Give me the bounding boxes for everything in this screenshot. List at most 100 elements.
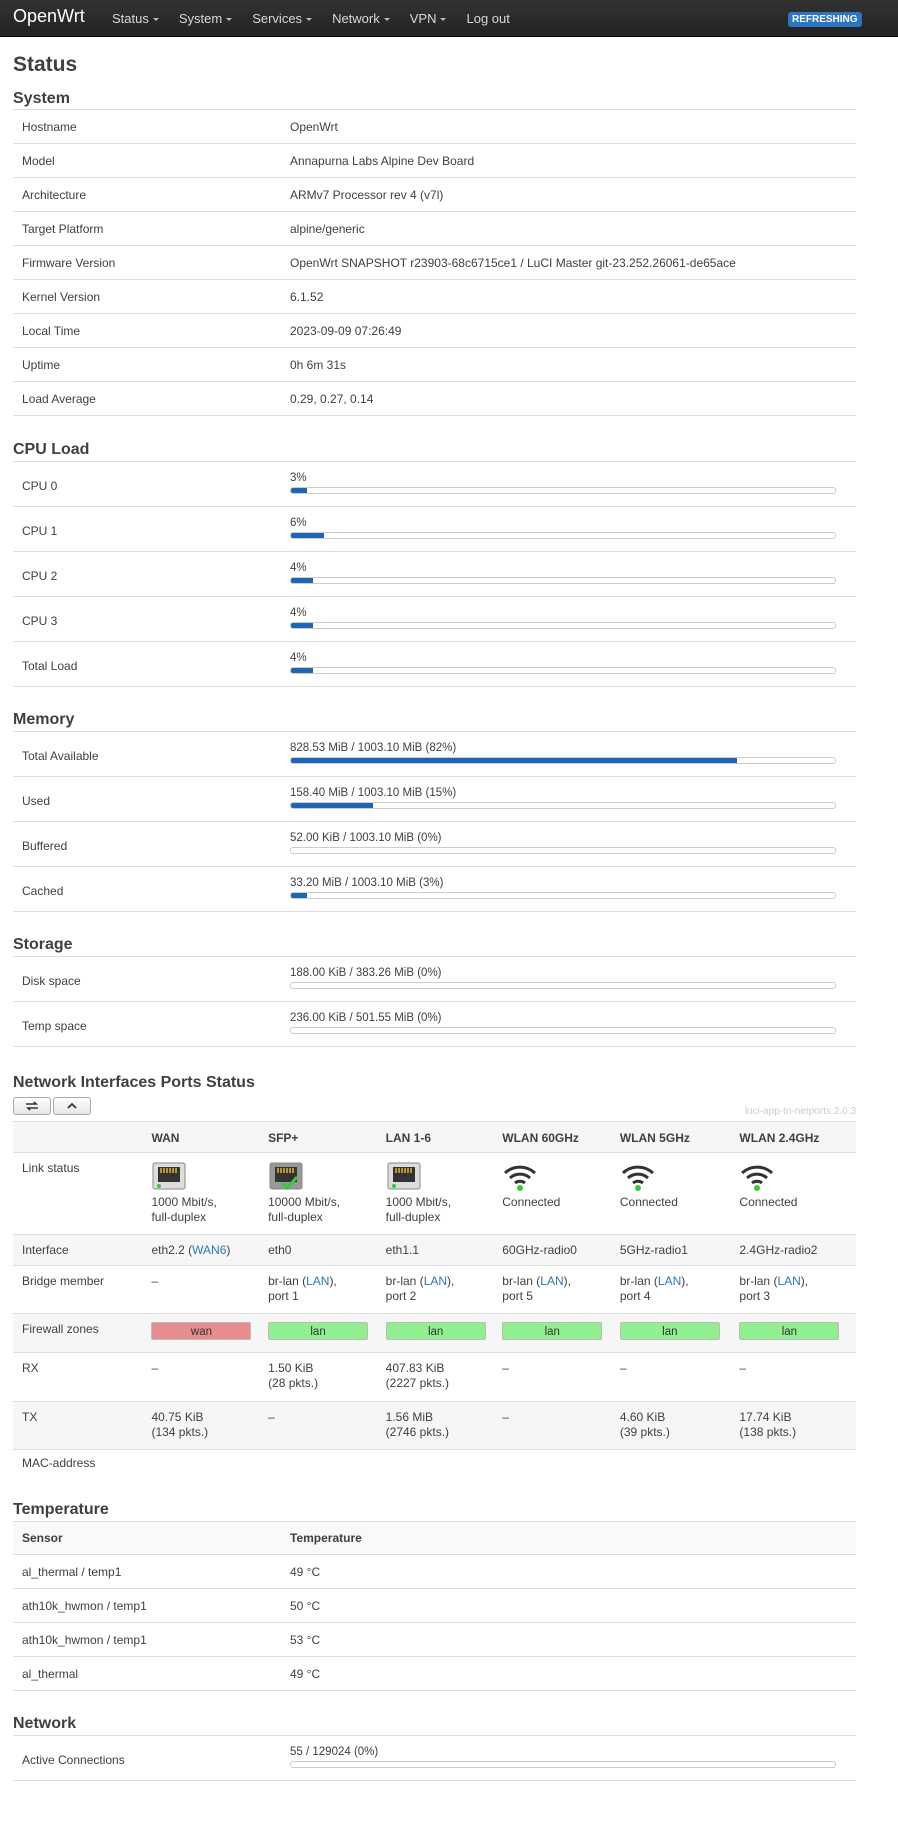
rx-bytes: 407.83 KiB [385, 1361, 445, 1375]
progress-bar [290, 622, 836, 629]
usage-label: CPU 1 [22, 524, 58, 538]
progress-bar [290, 982, 836, 989]
info-row: Local Time 2023-09-09 07:26:49 [13, 314, 856, 348]
sensor-name: ath10k_hwmon / temp1 [22, 1632, 147, 1647]
ethernet-port-icon [152, 1162, 186, 1190]
chevron-down-icon [306, 18, 313, 22]
progress-bar [290, 1027, 836, 1034]
link-status-text: 1000 Mbit/s, full-duplex [151, 1195, 217, 1224]
bridge-link[interactable]: LAN [540, 1274, 563, 1288]
link-status-text: 1000 Mbit/s, full-duplex [385, 1195, 452, 1224]
link-status-text: Connected [739, 1195, 798, 1209]
sfp-port-icon [269, 1162, 303, 1191]
info-row: Model Annapurna Labs Alpine Dev Board [13, 144, 856, 178]
interface-name: eth2.2 [151, 1243, 185, 1257]
menu-vpn[interactable]: VPN [410, 0, 456, 37]
usage-label: CPU 3 [22, 614, 58, 628]
network-table: Active Connections 55 / 129024 (0%) [13, 1736, 856, 1781]
usage-row: CPU 0 3% [13, 462, 856, 507]
menu-system[interactable]: System [179, 0, 241, 37]
tx-packets: (2746 pkts.) [385, 1425, 450, 1439]
rx-packets: (28 pkts.) [268, 1376, 319, 1390]
bridge-port: port 1 [268, 1289, 299, 1303]
wifi-icon [741, 1165, 774, 1191]
usage-label: CPU 0 [22, 479, 58, 493]
info-label: Load Average [22, 391, 96, 406]
info-label: Model [22, 153, 55, 168]
bridge-name: br-lan [619, 1274, 651, 1288]
usage-row: Total Available 828.53 MiB / 1003.10 MiB… [13, 732, 856, 777]
bridge-name: br-lan [385, 1274, 417, 1288]
menu-services[interactable]: Services [252, 0, 321, 37]
interface-name: eth1.1 [385, 1243, 420, 1257]
system-table: Hostname OpenWrt Model Annapurna Labs Alp… [13, 110, 856, 416]
collapse-button[interactable] [53, 1097, 91, 1115]
bridge-link[interactable]: LAN [777, 1274, 800, 1288]
bridge-name: br-lan [739, 1274, 771, 1288]
rx-bytes: – [502, 1361, 509, 1375]
tx-bytes: 4.60 KiB [619, 1410, 666, 1424]
usage-row: Total Load 4% [13, 642, 856, 687]
info-label: Target Platform [22, 221, 104, 236]
sensor-name: al_thermal [22, 1666, 79, 1681]
usage-label: Used [22, 794, 51, 808]
usage-label: Cached [22, 884, 64, 898]
chevron-up-icon [67, 1102, 77, 1109]
progress-fill [291, 893, 308, 898]
row-label [13, 1122, 151, 1152]
mac-row: MAC-address [13, 1450, 856, 1478]
ports-table: WAN SFP+ LAN 1-6 WLAN 60GHz WLAN 5GHz WLAN 2.… [13, 1121, 856, 1478]
info-row: Target Platform alpine/generic [13, 212, 856, 246]
bridge-link[interactable]: LAN [658, 1274, 681, 1288]
link-status-row: Link status 1000 Mbit/s, full-duplex 100… [13, 1153, 856, 1235]
rx-bytes: – [619, 1361, 627, 1375]
info-row: Firmware Version OpenWrt SNAPSHOT r23903… [13, 246, 856, 280]
usage-label: Disk space [22, 974, 81, 988]
progress-bar [290, 802, 836, 809]
info-row: Load Average 0.29, 0.27, 0.14 [13, 382, 856, 416]
menu-logout[interactable]: Log out [466, 0, 518, 37]
usage-label: Total Available [22, 749, 99, 763]
tx-packets: (134 pkts.) [151, 1425, 209, 1439]
progress-fill [291, 623, 313, 628]
info-row: Architecture ARMv7 Processor rev 4 (v7l) [13, 178, 856, 212]
bridge-link[interactable]: LAN [306, 1274, 329, 1288]
bridge-link[interactable]: LAN [424, 1274, 447, 1288]
progress-fill [291, 758, 738, 763]
temperature-row: ath10k_hwmon / temp1 50 °C [13, 1589, 856, 1623]
row-label: TX [22, 1410, 38, 1424]
section-title-cpu: CPU Load [13, 438, 856, 462]
page-title: Status [13, 53, 78, 76]
progress-fill [291, 578, 313, 583]
link-status-text: Connected [619, 1195, 678, 1209]
bridge-member: – [151, 1274, 159, 1288]
usage-row: Active Connections 55 / 129024 (0%) [13, 1736, 856, 1781]
progress-fill [291, 488, 308, 493]
refreshing-badge[interactable]: REFRESHING [788, 12, 862, 27]
progress-bar [290, 1761, 836, 1768]
temperature-row: al_thermal 49 °C [13, 1657, 856, 1691]
usage-label: CPU 2 [22, 569, 58, 583]
menu-network[interactable]: Network [332, 0, 399, 37]
wifi-icon [621, 1165, 654, 1191]
usage-value: 828.53 MiB / 1003.10 MiB (82%) [290, 742, 457, 754]
progress-bar [290, 577, 836, 584]
info-value: 6.1.52 [290, 289, 324, 304]
usage-value: 4% [290, 652, 307, 664]
usage-label: Total Load [22, 659, 78, 673]
rx-bytes: – [739, 1361, 747, 1375]
rx-bytes: – [151, 1361, 159, 1375]
info-label: Hostname [22, 119, 77, 134]
info-value: OpenWrt SNAPSHOT r23903-68c6715ce1 / LuC… [290, 255, 736, 270]
swap-view-button[interactable] [13, 1097, 51, 1115]
info-row: Kernel Version 6.1.52 [13, 280, 856, 314]
info-value: 2023-09-09 07:26:49 [290, 323, 402, 338]
info-row: Hostname OpenWrt [13, 110, 856, 144]
brand-logo[interactable]: OpenWrt [13, 6, 85, 27]
menu-status[interactable]: Status [112, 0, 168, 37]
progress-bar [290, 892, 836, 899]
info-value: OpenWrt [290, 119, 338, 134]
interface-link[interactable]: WAN6 [192, 1243, 226, 1257]
info-value: ARMv7 Processor rev 4 (v7l) [290, 187, 444, 202]
usage-value: 6% [290, 517, 307, 529]
